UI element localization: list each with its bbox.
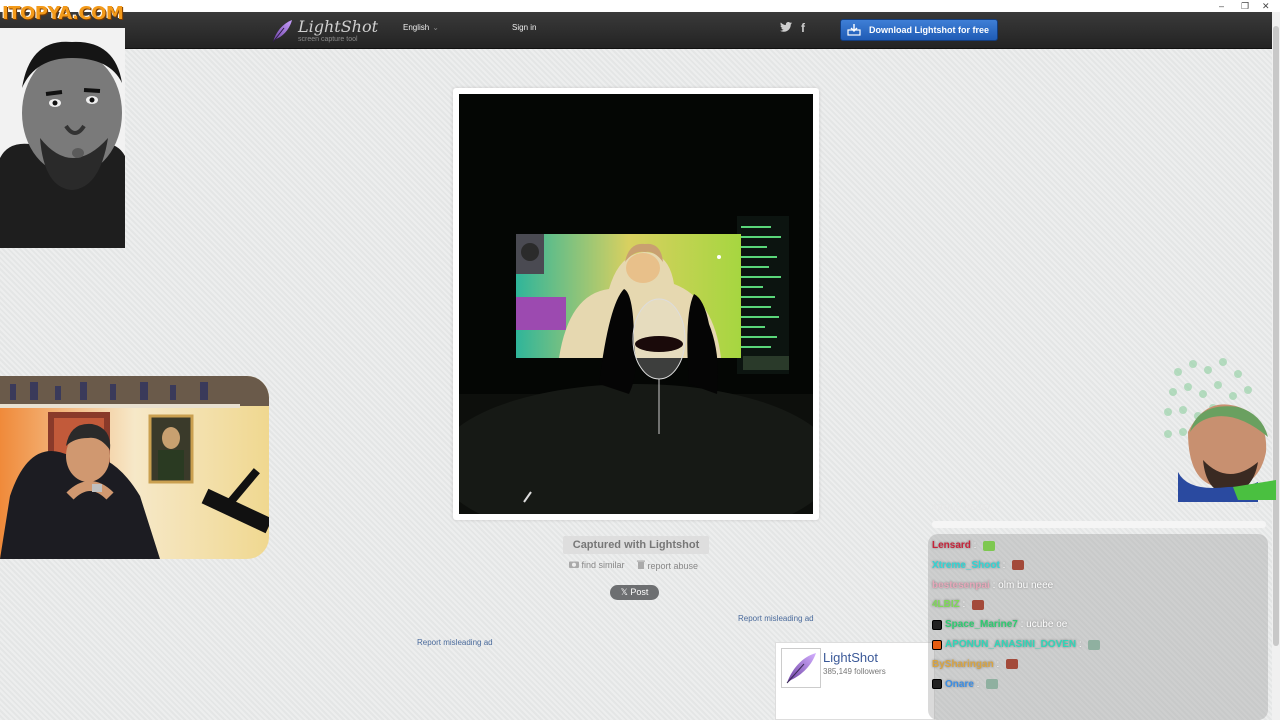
trash-icon bbox=[637, 560, 648, 571]
chat-message: Lensard : bbox=[932, 540, 996, 551]
chat-username: Onare bbox=[945, 678, 974, 690]
subscriber-goal-timer: 5:36 bbox=[1246, 503, 1260, 510]
report-misleading-ad-link[interactable]: Report misleading ad bbox=[738, 614, 814, 623]
chat-separator: : bbox=[1076, 639, 1085, 650]
streamer-avatar-image bbox=[1158, 352, 1278, 507]
chat-message: Xtreme_Shoot : bbox=[932, 559, 1025, 571]
chat-message: BySharingan : bbox=[932, 658, 1019, 670]
chat-message: bestesenpai : olm bu neee bbox=[932, 580, 1053, 591]
chat-username: APONUN_ANASINI_DOVEN bbox=[945, 639, 1077, 650]
chat-emote-icon bbox=[986, 679, 999, 690]
signin-link[interactable]: Sign in bbox=[512, 23, 536, 32]
find-similar-label: find similar bbox=[581, 560, 625, 570]
language-label: English bbox=[403, 23, 430, 32]
chat-emote-icon bbox=[1088, 639, 1101, 650]
chat-message: 4LBIZ : bbox=[932, 599, 985, 611]
caption-label: Captured with Lightshot bbox=[563, 536, 709, 554]
facebook-page-widget[interactable]: LightShot 385,149 followers bbox=[775, 642, 935, 720]
feather-icon bbox=[272, 20, 292, 43]
twitter-icon[interactable] bbox=[780, 22, 792, 35]
chevron-down-icon: ⌄ bbox=[432, 23, 439, 32]
chat-emote-icon bbox=[972, 599, 985, 610]
subscriber-goal-title: ABONE HEDEF bbox=[932, 503, 993, 512]
report-abuse-link[interactable]: report abuse bbox=[637, 560, 698, 571]
chat-username: BySharingan bbox=[932, 658, 994, 670]
report-misleading-ad-link[interactable]: Report misleading ad bbox=[417, 638, 493, 647]
chat-message: APONUN_ANASINI_DOVEN : bbox=[932, 639, 1101, 650]
streamer-roomcam-image bbox=[0, 376, 269, 559]
chat-badge-icon bbox=[932, 679, 942, 690]
minimize-button[interactable]: – bbox=[1219, 0, 1224, 12]
chat-username: Xtreme_Shoot bbox=[932, 559, 1000, 571]
chat-username: Space_Marine7 bbox=[945, 619, 1018, 631]
streamer-facecam-image bbox=[0, 28, 125, 248]
logo-tagline: screen capture tool bbox=[298, 35, 358, 43]
chat-badge-icon bbox=[932, 619, 942, 630]
chat-username: bestesenpai bbox=[932, 579, 990, 591]
fb-page-name[interactable]: LightShot bbox=[823, 650, 878, 665]
download-label: Download Lightshot for free bbox=[869, 25, 989, 35]
download-button[interactable]: Download Lightshot for free bbox=[840, 19, 998, 41]
chat-message: Space_Marine7 : ucube oe bbox=[932, 619, 1067, 630]
x-post-button[interactable]: 𝕏 Post bbox=[610, 585, 659, 600]
chat-username: Lensard bbox=[932, 540, 971, 551]
scrollbar-thumb[interactable] bbox=[1273, 26, 1279, 646]
lightshot-feather-icon bbox=[781, 648, 821, 688]
close-button[interactable]: ✕ bbox=[1262, 0, 1270, 12]
facebook-icon[interactable]: f bbox=[801, 21, 805, 35]
chat-separator: : bbox=[993, 658, 1003, 670]
chat-message: Onare : bbox=[932, 678, 999, 690]
chat-separator: : bbox=[959, 599, 969, 611]
download-icon bbox=[847, 24, 861, 36]
fb-followers-count: 385,149 followers bbox=[823, 667, 886, 676]
find-similar-link[interactable]: find similar bbox=[569, 560, 625, 570]
chat-separator: : bbox=[989, 579, 999, 591]
site-header: LightShot screen capture tool English ⌄ S… bbox=[0, 12, 1272, 49]
chat-separator: : bbox=[970, 540, 980, 551]
report-abuse-label: report abuse bbox=[647, 561, 699, 571]
subscriber-goal-bar bbox=[932, 521, 1266, 528]
lightshot-logo[interactable]: LightShot screen capture tool bbox=[270, 17, 378, 45]
logo-name: LightShot bbox=[298, 16, 379, 36]
chat-emote-icon bbox=[1012, 560, 1025, 571]
watermark-logo: ITOPYA.COM bbox=[2, 3, 124, 24]
chat-text: ucube oe bbox=[1026, 619, 1068, 631]
chat-badge-icon bbox=[932, 639, 942, 650]
chat-emote-icon bbox=[983, 540, 996, 551]
chat-separator: : bbox=[973, 678, 983, 690]
language-selector[interactable]: English ⌄ bbox=[403, 23, 439, 32]
restore-button[interactable]: ❐ bbox=[1241, 0, 1249, 12]
captured-screenshot[interactable] bbox=[459, 94, 813, 514]
chat-text: olm bu neee bbox=[998, 579, 1054, 591]
camera-icon bbox=[569, 560, 582, 570]
chat-separator: : bbox=[999, 559, 1009, 571]
chat-emote-icon bbox=[1006, 659, 1019, 670]
window-titlebar bbox=[0, 0, 1280, 12]
chat-separator: : bbox=[1017, 619, 1027, 631]
chat-username: 4LBIZ bbox=[932, 599, 960, 611]
